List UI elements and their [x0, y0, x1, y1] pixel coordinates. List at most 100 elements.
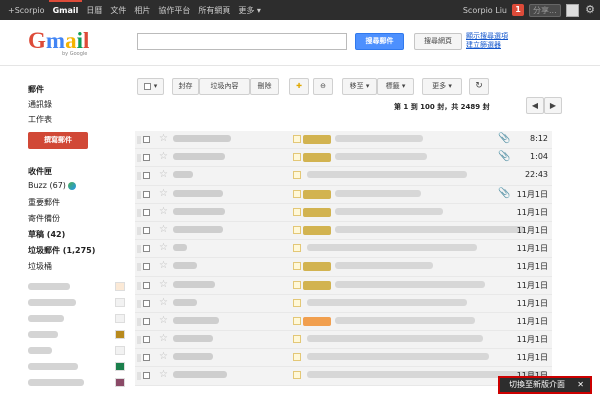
- drag-handle-icon[interactable]: [137, 190, 141, 199]
- row-checkbox[interactable]: [143, 281, 150, 289]
- star-icon[interactable]: ☆: [159, 351, 168, 363]
- mail-row[interactable]: ☆11月1日: [135, 294, 552, 313]
- mail-row[interactable]: ☆ 📎 1:04: [135, 149, 552, 168]
- sidebar-item-important[interactable]: 重要郵件: [28, 197, 60, 208]
- drag-handle-icon[interactable]: [137, 208, 141, 217]
- nav-documents[interactable]: 文件: [106, 5, 130, 16]
- sidebar-item-spam[interactable]: 垃圾郵件 (1,275): [28, 245, 95, 256]
- row-checkbox[interactable]: [143, 372, 150, 380]
- sidebar-label[interactable]: [28, 346, 128, 356]
- drag-handle-icon[interactable]: [137, 354, 141, 363]
- sidebar-label[interactable]: [28, 298, 128, 308]
- star-icon[interactable]: ☆: [159, 224, 168, 236]
- row-checkbox[interactable]: [143, 354, 150, 362]
- importance-marker-icon[interactable]: [293, 153, 301, 162]
- avatar[interactable]: [566, 3, 579, 17]
- archive-button[interactable]: 封存: [172, 78, 199, 95]
- importance-marker-icon[interactable]: [293, 244, 301, 253]
- sidebar-item-buzz[interactable]: Buzz (67): [28, 181, 76, 190]
- row-checkbox[interactable]: [143, 299, 150, 307]
- report-spam-button[interactable]: 垃圾內容: [199, 78, 250, 95]
- star-icon[interactable]: ☆: [159, 279, 168, 291]
- sidebar-item-tasks[interactable]: 工作表: [28, 114, 52, 125]
- delete-button[interactable]: 刪除: [250, 78, 279, 95]
- sidebar-item-trash[interactable]: 垃圾桶: [28, 261, 52, 272]
- refresh-icon[interactable]: ↻: [469, 78, 489, 95]
- mail-row[interactable]: ☆11月1日: [135, 203, 552, 222]
- star-icon[interactable]: ☆: [159, 242, 168, 254]
- move-to-button[interactable]: 移至 ▾: [342, 78, 377, 95]
- drag-handle-icon[interactable]: [137, 172, 141, 181]
- mail-row[interactable]: ☆11月1日: [135, 312, 552, 332]
- row-checkbox[interactable]: [143, 172, 150, 180]
- importance-marker-icon[interactable]: [293, 280, 301, 289]
- mail-row[interactable]: ☆11月1日: [135, 276, 552, 295]
- sidebar-label[interactable]: [28, 314, 128, 324]
- importance-marker-icon[interactable]: [293, 353, 301, 362]
- importance-marker-icon[interactable]: [293, 207, 301, 216]
- importance-marker-icon[interactable]: [293, 298, 301, 307]
- gear-icon[interactable]: ⚙: [584, 4, 596, 16]
- nav-calendar[interactable]: 日曆: [82, 5, 106, 16]
- mail-row[interactable]: ☆11月1日: [135, 240, 552, 259]
- mark-not-important-button[interactable]: ⊖: [313, 78, 333, 95]
- importance-marker-icon[interactable]: [293, 171, 301, 180]
- drag-handle-icon[interactable]: [137, 336, 141, 345]
- mail-row[interactable]: ☆11月1日: [135, 367, 552, 386]
- row-checkbox[interactable]: [143, 154, 150, 162]
- nav-sites[interactable]: 協作平台: [154, 5, 194, 16]
- switch-new-look-button[interactable]: 切換至新版介面 ✕: [498, 376, 592, 394]
- drag-handle-icon[interactable]: [137, 372, 141, 381]
- drag-handle-icon[interactable]: [137, 317, 141, 326]
- star-icon[interactable]: ☆: [159, 188, 168, 200]
- importance-marker-icon[interactable]: [293, 335, 301, 344]
- mail-row[interactable]: ☆11月1日: [135, 349, 552, 368]
- drag-handle-icon[interactable]: [137, 226, 141, 235]
- mail-row[interactable]: ☆11月1日: [135, 221, 552, 241]
- star-icon[interactable]: ☆: [159, 297, 168, 309]
- search-mail-button[interactable]: 搜尋郵件: [355, 33, 404, 50]
- sidebar-label[interactable]: [28, 330, 128, 340]
- show-search-options-link[interactable]: 顯示搜尋選項: [466, 32, 508, 41]
- sidebar-item-inbox[interactable]: 收件匣: [28, 166, 52, 177]
- star-icon[interactable]: ☆: [159, 206, 168, 218]
- nav-photos[interactable]: 相片: [130, 5, 154, 16]
- row-checkbox[interactable]: [143, 263, 150, 271]
- nav-web[interactable]: 所有網頁: [194, 5, 234, 16]
- row-checkbox[interactable]: [143, 317, 150, 325]
- drag-handle-icon[interactable]: [137, 281, 141, 290]
- row-checkbox[interactable]: [143, 336, 150, 344]
- star-icon[interactable]: ☆: [159, 260, 168, 272]
- sidebar-label[interactable]: [28, 362, 128, 372]
- importance-marker-icon[interactable]: [293, 371, 301, 380]
- mark-important-button[interactable]: ✚: [289, 78, 309, 95]
- notification-badge[interactable]: 1: [512, 4, 524, 16]
- row-checkbox[interactable]: [143, 136, 150, 143]
- drag-handle-icon[interactable]: [137, 263, 141, 272]
- star-icon[interactable]: ☆: [159, 133, 168, 145]
- row-checkbox[interactable]: [143, 245, 150, 253]
- drag-handle-icon[interactable]: [137, 299, 141, 308]
- star-icon[interactable]: ☆: [159, 369, 168, 381]
- nav-gmail[interactable]: Gmail: [48, 0, 83, 20]
- importance-marker-icon[interactable]: [293, 262, 301, 271]
- drag-handle-icon[interactable]: [137, 154, 141, 163]
- sidebar-label[interactable]: [28, 378, 128, 388]
- sidebar-item-sent[interactable]: 寄件備份: [28, 213, 60, 224]
- importance-marker-icon[interactable]: [293, 189, 301, 198]
- nav-more[interactable]: 更多 ▾: [234, 5, 265, 16]
- drag-handle-icon[interactable]: [137, 136, 141, 144]
- star-icon[interactable]: ☆: [159, 315, 168, 327]
- mail-row[interactable]: ☆11月1日: [135, 331, 552, 350]
- star-icon[interactable]: ☆: [159, 169, 168, 181]
- star-icon[interactable]: ☆: [159, 333, 168, 345]
- share-box[interactable]: 分享...: [529, 3, 561, 17]
- next-page-button[interactable]: ▶: [544, 97, 562, 114]
- more-actions-button[interactable]: 更多 ▾: [422, 78, 462, 95]
- mail-row[interactable]: ☆ 📎 8:12: [135, 131, 552, 150]
- sidebar-item-mail[interactable]: 郵件: [28, 84, 44, 95]
- drag-handle-icon[interactable]: [137, 245, 141, 254]
- sidebar-item-drafts[interactable]: 草稿 (42): [28, 229, 65, 240]
- close-icon[interactable]: ✕: [577, 378, 584, 392]
- importance-marker-icon[interactable]: [293, 135, 301, 143]
